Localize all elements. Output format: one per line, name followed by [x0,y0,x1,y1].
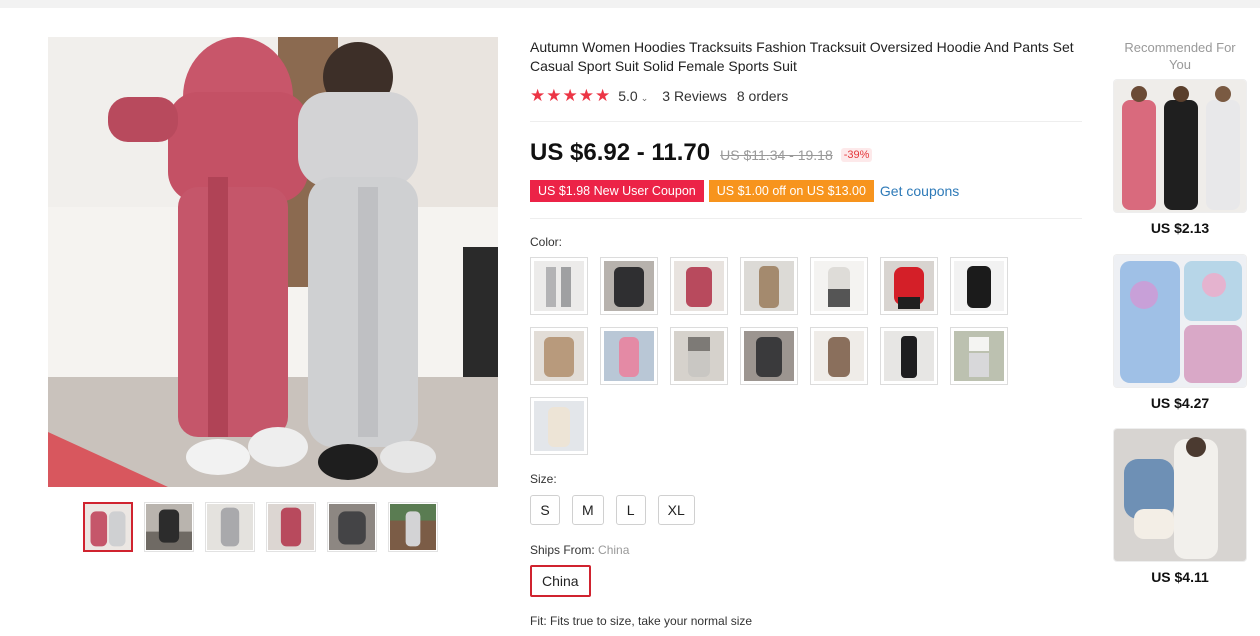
rating-value[interactable]: 5.0 ⌄ [618,88,648,104]
star-icon: ★ [578,86,594,105]
color-swatch[interactable] [530,397,588,455]
color-swatch[interactable] [880,327,938,385]
orders-count: 8 orders [736,87,789,104]
star-icon: ★ [546,86,562,105]
star-rating: ★ ★ ★ ★ ★ [530,87,610,104]
recommended-price: US $4.11 [1151,569,1209,585]
recommended-title: Recommended For You [1124,40,1236,72]
color-swatch[interactable] [880,257,938,315]
thumbnail-strip [83,502,438,552]
original-price: US $11.34 - 19.18 [720,147,833,163]
divider [530,121,1082,122]
divider [530,218,1082,219]
size-options: S M L XL [530,495,695,525]
current-price: US $6.92 - 11.70 [530,139,711,166]
recommended-image [1114,255,1246,387]
thumbnail[interactable] [266,502,316,552]
color-swatch[interactable] [600,327,658,385]
color-swatch[interactable] [810,327,868,385]
coupon-row: US $1.98 New User Coupon US $1.00 off on… [530,180,959,202]
recommended-item[interactable]: US $2.13 [1114,80,1246,236]
ships-from-value: China [598,543,630,557]
recommended-item[interactable]: US $4.11 [1114,429,1246,585]
rating-row: ★ ★ ★ ★ ★ 5.0 ⌄ 3 Reviews 8 orders [530,87,788,104]
recommended-price: US $2.13 [1150,220,1210,236]
thumbnail[interactable] [388,502,438,552]
star-icon: ★ [595,86,611,105]
star-icon: ★ [562,86,578,105]
discount-badge: -39% [840,148,873,162]
thumbnail[interactable] [327,502,377,552]
color-swatch[interactable] [950,257,1008,315]
get-coupons-link[interactable]: Get coupons [880,183,959,199]
new-user-coupon[interactable]: US $1.98 New User Coupon [530,180,704,202]
thumbnail[interactable] [144,502,194,552]
size-option-m[interactable]: M [572,495,604,525]
recommended-image [1114,80,1246,212]
color-swatch[interactable] [530,327,588,385]
ship-from-china-option[interactable]: China [530,565,591,597]
rating-number: 5.0 [618,87,638,104]
thumbnail[interactable] [83,502,133,552]
fit-note: Fit: Fits true to size, take your normal… [530,614,753,628]
store-coupon[interactable]: US $1.00 off on US $13.00 [708,180,874,202]
color-swatch[interactable] [670,327,728,385]
reviews-link[interactable]: 3 Reviews [662,88,727,104]
recommended-image [1114,429,1246,561]
size-option-s[interactable]: S [530,495,560,525]
product-title: Autumn Women Hoodies Tracksuits Fashion … [530,39,1074,74]
color-swatch[interactable] [810,257,868,315]
recommended-price: US $4.27 [1150,395,1210,411]
color-swatch[interactable] [740,257,798,315]
color-swatch[interactable] [600,257,658,315]
recommended-item[interactable]: US $4.27 [1114,255,1246,411]
thumbnail[interactable] [205,502,255,552]
price-row: US $6.92 - 11.70 US $11.34 - 19.18 -39% [530,139,873,167]
color-swatch[interactable] [530,257,588,315]
ships-from-title: Ships From: [530,543,595,557]
size-label: Size: [530,472,557,486]
color-swatch[interactable] [740,327,798,385]
color-swatch[interactable] [950,327,1008,385]
top-bar [0,0,1260,8]
color-swatch[interactable] [670,257,728,315]
color-label: Color: [530,235,563,249]
color-swatches [530,257,1030,455]
size-option-l[interactable]: L [615,495,646,525]
ships-from-label: Ships From: China [530,543,629,557]
star-icon: ★ [530,86,546,105]
chevron-down-icon: ⌄ [640,92,649,103]
size-option-xl[interactable]: XL [657,495,695,525]
main-product-image[interactable] [48,37,498,487]
